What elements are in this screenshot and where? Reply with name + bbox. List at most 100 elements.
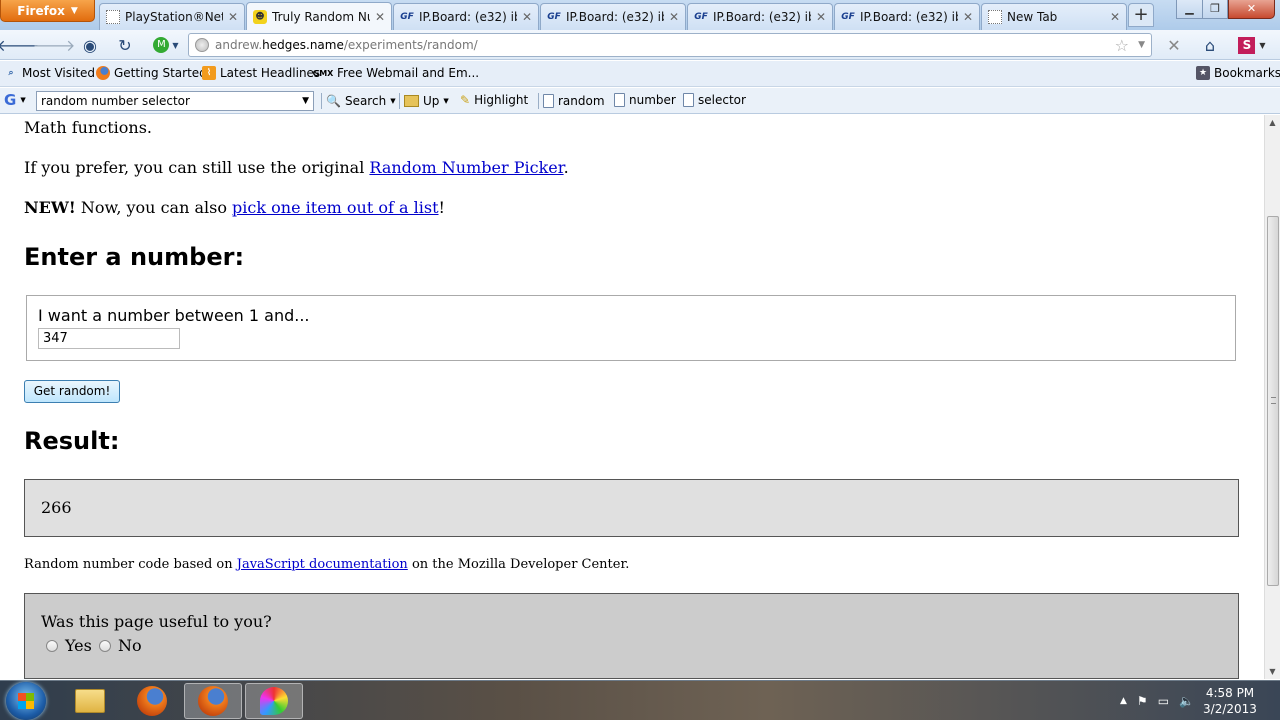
google-term-selector[interactable]: selector [683,93,746,107]
stop-button[interactable]: ✕ [1162,34,1186,56]
close-icon[interactable]: ✕ [375,10,385,24]
credit-end: on the Mozilla Developer Center. [411,557,630,572]
url-path: /experiments/random/ [343,38,478,52]
history-button[interactable]: ◉ [78,34,102,56]
close-icon[interactable]: ✕ [963,10,973,24]
tab-ipboard-3[interactable]: GF IP.Board: (e32) ib... ✕ [687,3,833,30]
tab-ipboard-2[interactable]: GF IP.Board: (e32) ib... ✕ [540,3,686,30]
show-hidden-icons-icon[interactable]: ▲ [1120,696,1127,706]
gf-icon: GF [400,12,414,22]
bookmark-free-webmail[interactable]: GMX Free Webmail and Em... [313,66,479,80]
bookmark-getting-started[interactable]: Getting Started [96,66,207,80]
taskbar-firefox-pinned[interactable] [123,683,181,719]
google-menu-button[interactable]: G ▼ [4,91,26,109]
google-search-label: Search [344,94,387,108]
minimize-button[interactable]: ▁ [1176,0,1203,19]
scroll-up-arrow-icon[interactable]: ▲ [1265,115,1280,130]
bookmarks-menu-button[interactable]: ★ Bookmarks [1196,66,1280,80]
google-search-button[interactable]: 🔍 Search ▼ [321,93,396,109]
highlighter-icon: ✎ [460,93,471,107]
close-icon[interactable]: ✕ [522,10,532,24]
taskbar-firefox-active[interactable] [184,683,242,719]
google-term-random[interactable]: random [538,93,605,109]
extension-button[interactable]: S ▼ [1234,34,1270,56]
prefer-text: If you prefer, you can still use the ori… [24,158,365,177]
chevron-down-icon: ▼ [1259,40,1266,50]
divider [538,93,539,109]
document-icon [543,94,554,108]
site-icon: ☻ [253,9,267,24]
taskbar-paint[interactable] [245,683,303,719]
close-icon[interactable]: ✕ [669,10,679,24]
document-icon [614,93,625,107]
blank-page-icon [106,10,120,24]
page-scrollbar[interactable]: ▲ ▼ [1264,115,1280,679]
tab-new-tab[interactable]: New Tab ✕ [981,3,1127,30]
reload-button[interactable]: ↻ [113,34,137,56]
address-bar[interactable]: andrew. hedges.name/experiments/random/ ☆… [188,33,1152,57]
feedback-no-option[interactable]: No [99,636,142,655]
tab-playstation[interactable]: PlayStation®Net... ✕ [99,3,245,30]
most-visited-icon: ⌕ [8,68,14,78]
blank-page-icon [988,10,1002,24]
tab-truly-random[interactable]: ☻ Truly Random Nu... ✕ [246,2,392,30]
tab-ipboard-4[interactable]: GF IP.Board: (e32) ib... ✕ [834,3,980,30]
random-number-picker-link[interactable]: Random Number Picker [369,158,563,177]
new-tab-button[interactable]: + [1128,3,1154,27]
no-label: No [118,636,142,655]
chevron-down-icon: ▼ [20,96,26,104]
home-icon: ⌂ [1204,35,1216,55]
result-heading: Result: [24,427,120,455]
google-up-button[interactable]: Up ▼ [399,93,449,109]
chevron-down-icon[interactable]: ▼ [1138,40,1145,50]
google-toolbar: G ▼ random number selector ▼ 🔍 Search ▼ … [0,88,1280,114]
google-search-input[interactable]: random number selector ▼ [36,91,314,111]
firefox-menu-button[interactable]: Firefox ▼ [0,0,95,22]
back-button[interactable]: 🡐 [0,34,39,56]
number-fieldset: I want a number between 1 and... 347 [26,295,1236,361]
taskbar-explorer[interactable] [61,683,119,719]
tab-title: PlayStation®Net... [125,10,223,24]
google-term-number[interactable]: number [614,93,676,107]
action-center-icon[interactable]: ⚑ [1137,694,1148,708]
feedback-yes-option[interactable]: Yes [46,636,92,655]
maximize-button[interactable]: ❐ [1202,0,1228,19]
network-icon[interactable]: ▭ [1158,694,1169,708]
bookmark-most-visited[interactable]: ⌕ Most Visited [4,66,95,80]
term-label: selector [698,93,746,107]
scroll-down-arrow-icon[interactable]: ▼ [1265,664,1280,679]
stop-icon: ✕ [1167,35,1181,55]
tab-ipboard-1[interactable]: GF IP.Board: (e32) ib... ✕ [393,3,539,30]
taskbar-clock[interactable]: 4:58 PM 3/2/2013 [1200,685,1260,717]
bookmark-star-icon[interactable]: ☆ [1115,36,1129,55]
pick-item-link[interactable]: pick one item out of a list [232,198,438,217]
prefer-paragraph: If you prefer, you can still use the ori… [24,158,569,177]
bookmark-latest-headlines[interactable]: ⌇ Latest Headlines [202,66,320,80]
window-close-button[interactable]: ✕ [1228,0,1275,19]
gf-icon: GF [694,12,708,22]
google-highlight-button[interactable]: ✎ Highlight [460,93,528,107]
scroll-thumb[interactable] [1267,216,1279,586]
chevron-down-icon[interactable]: ▼ [302,96,309,106]
close-icon[interactable]: ✕ [1110,10,1120,24]
firefox-icon [96,66,110,80]
yes-radio[interactable] [46,639,58,652]
no-radio[interactable] [99,639,111,652]
windows-logo-icon-lower [18,701,34,709]
close-icon[interactable]: ✕ [228,10,238,24]
addon-button[interactable]: M ▼ [148,34,184,56]
volume-icon[interactable]: 🔈 [1179,694,1194,708]
new-label: NEW! [24,198,76,217]
gmx-icon: GMX [312,68,334,78]
yes-label: Yes [65,636,92,655]
home-button[interactable]: ⌂ [1198,34,1222,56]
max-number-input[interactable]: 347 [38,328,180,349]
javascript-docs-link[interactable]: JavaScript documentation [237,557,408,572]
url-prefix: andrew. [215,38,263,52]
bookmark-label: Free Webmail and Em... [337,66,480,80]
close-icon[interactable]: ✕ [816,10,826,24]
get-random-button[interactable]: Get random! [24,380,120,403]
forward-button[interactable]: 🡒 [33,34,76,56]
start-button[interactable] [6,682,46,720]
divider [321,93,322,109]
